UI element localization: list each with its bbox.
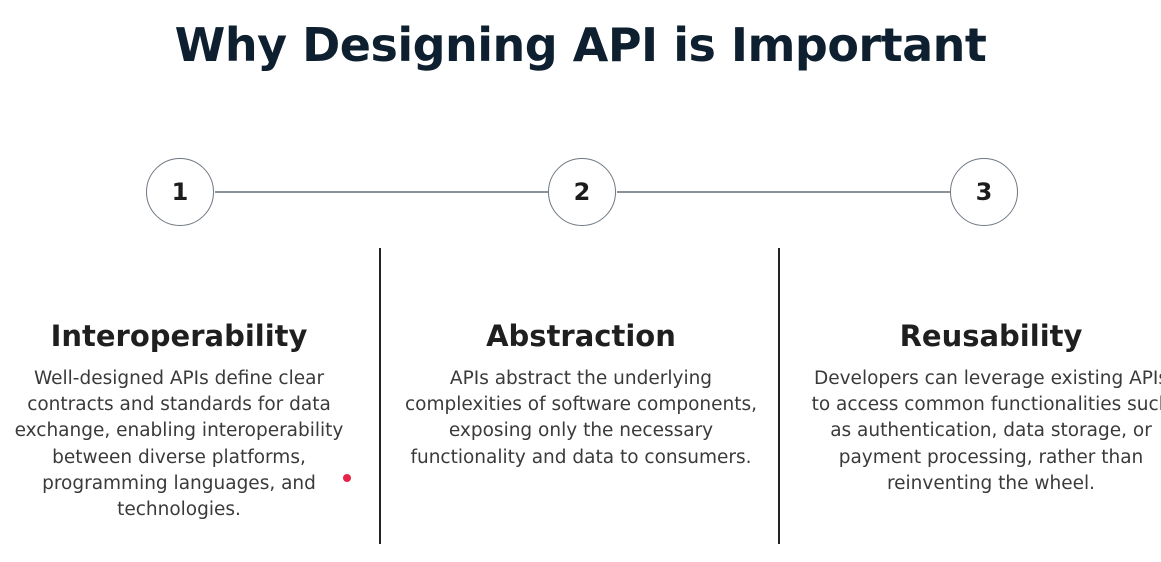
column-divider-2 (778, 248, 780, 544)
column-divider-1 (379, 248, 381, 544)
step-description-interoperability: Well-designed APIs define clear contract… (14, 368, 344, 521)
step-description-reusability: Developers can leverage existing APIs to… (811, 368, 1161, 494)
step-circle-2: 2 (548, 158, 616, 226)
step-heading-interoperability: Interoperability (50, 319, 308, 353)
step-circle-1: 1 (146, 158, 214, 226)
timeline-connector-2-3 (617, 191, 951, 193)
step-column-abstraction: Abstraction APIs abstract the underlying… (400, 316, 762, 471)
accent-dot (343, 474, 351, 482)
step-heading-abstraction: Abstraction (486, 319, 676, 353)
step-circle-3: 3 (950, 158, 1018, 226)
step-column-reusability: Reusability Developers can leverage exis… (806, 316, 1161, 497)
step-column-interoperability: Interoperability Well-designed APIs defi… (0, 316, 358, 523)
step-heading-reusability: Reusability (899, 319, 1083, 353)
page-title: Why Designing API is Important (174, 18, 987, 72)
timeline-connector-1-2 (215, 191, 549, 193)
step-description-abstraction: APIs abstract the underlying complexitie… (404, 368, 758, 468)
